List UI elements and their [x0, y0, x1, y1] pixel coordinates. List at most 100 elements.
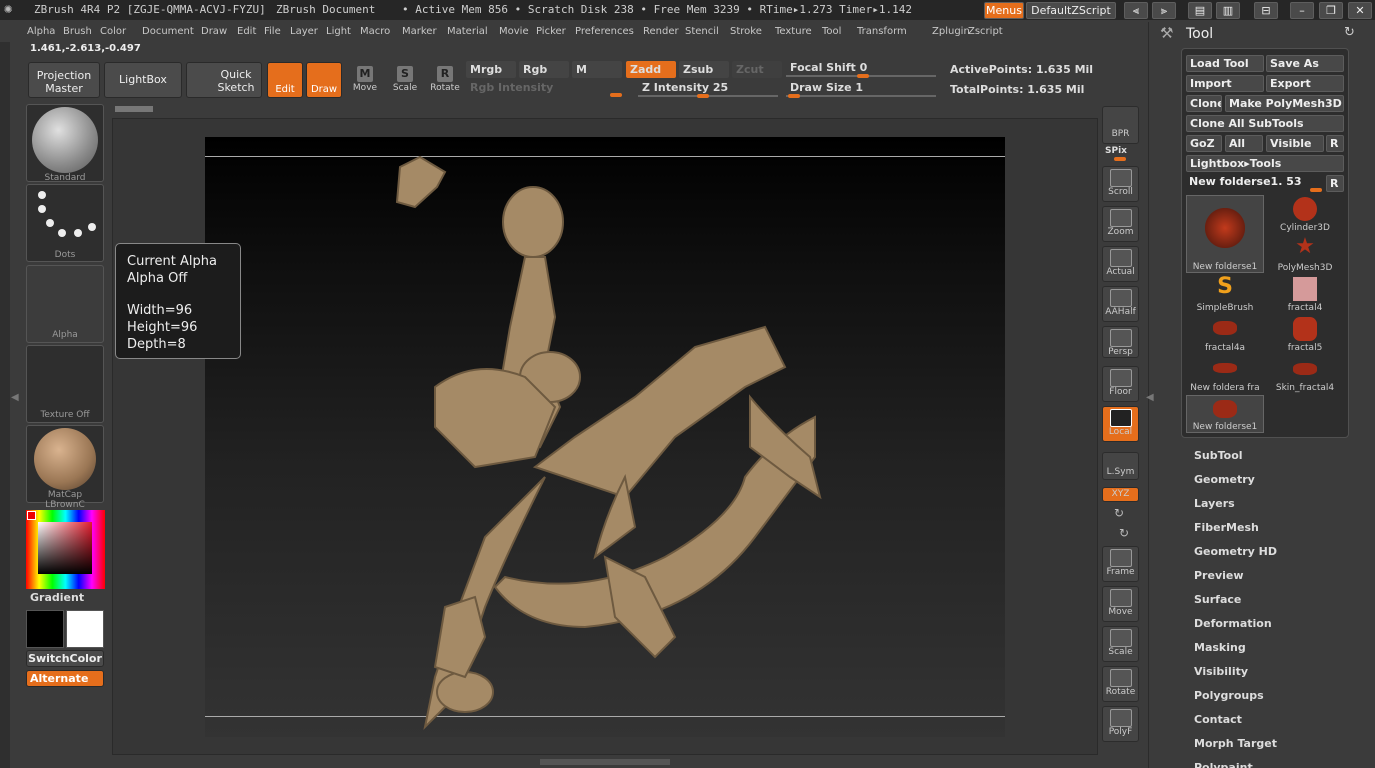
- menu-tool[interactable]: Tool: [822, 26, 841, 37]
- default-zscript-button[interactable]: DefaultZScript: [1026, 2, 1116, 19]
- polyf-button[interactable]: PolyF: [1102, 706, 1139, 742]
- rotate-mode-button[interactable]: R Rotate: [425, 64, 465, 98]
- scale-mode-button[interactable]: S Scale: [385, 64, 425, 98]
- goz-r-button[interactable]: R: [1326, 135, 1344, 152]
- rotate-view-button[interactable]: Rotate: [1102, 666, 1139, 702]
- material-selector[interactable]: MatCap LBrownC: [26, 425, 104, 510]
- menu-zscript[interactable]: Zscript: [968, 26, 1003, 37]
- goz-visible-button[interactable]: Visible: [1266, 135, 1324, 152]
- menu-draw[interactable]: Draw: [201, 26, 227, 37]
- rotate-y-icon[interactable]: ↻: [1114, 506, 1124, 520]
- actual-button[interactable]: Actual: [1102, 246, 1139, 282]
- section-masking[interactable]: Masking: [1194, 641, 1246, 654]
- menu-alpha[interactable]: Alpha: [27, 26, 55, 37]
- zoom-button[interactable]: Zoom: [1102, 206, 1139, 242]
- xyz-button[interactable]: XYZ: [1102, 487, 1139, 502]
- goz-button[interactable]: GoZ: [1186, 135, 1222, 152]
- lock-icon[interactable]: ⊟: [1254, 2, 1278, 19]
- section-surface[interactable]: Surface: [1194, 593, 1241, 606]
- clone-button[interactable]: Clone: [1186, 95, 1222, 112]
- clone-all-subtools-button[interactable]: Clone All SubTools: [1186, 115, 1344, 132]
- floor-button[interactable]: Floor: [1102, 366, 1139, 402]
- stroke-selector[interactable]: Dots: [26, 184, 104, 262]
- draw-mode-button[interactable]: Draw: [306, 62, 342, 98]
- layout2-icon[interactable]: ▥: [1216, 2, 1240, 19]
- quick-sketch-button[interactable]: Quick Sketch: [186, 62, 262, 98]
- zcut-toggle[interactable]: Zcut: [732, 61, 782, 78]
- menu-picker[interactable]: Picker: [536, 26, 566, 37]
- tool-thumb-simplebrush[interactable]: S SimpleBrush: [1186, 275, 1264, 314]
- menu-marker[interactable]: Marker: [402, 26, 437, 37]
- zadd-toggle[interactable]: Zadd: [626, 61, 676, 78]
- tool-thumb-fractal4[interactable]: fractal4: [1266, 275, 1344, 313]
- draw-size-slider[interactable]: Draw Size 1: [786, 79, 936, 96]
- next-arrow-icon[interactable]: ⫸: [1152, 2, 1176, 19]
- menu-layer[interactable]: Layer: [290, 26, 318, 37]
- mrgb-toggle[interactable]: Mrgb: [466, 61, 516, 78]
- current-tool-r-button[interactable]: R: [1326, 175, 1344, 192]
- palette-reset-icon[interactable]: ↻: [1344, 25, 1355, 40]
- menu-movie[interactable]: Movie: [499, 26, 529, 37]
- minimize-icon[interactable]: –: [1290, 2, 1314, 19]
- switch-color-button[interactable]: SwitchColor: [26, 650, 104, 667]
- scroll-button[interactable]: Scroll: [1102, 166, 1139, 202]
- spix-slider[interactable]: [1114, 157, 1126, 161]
- menu-stencil[interactable]: Stencil: [685, 26, 719, 37]
- left-tray-arrow-icon[interactable]: ◀: [11, 392, 19, 403]
- menu-texture[interactable]: Texture: [775, 26, 812, 37]
- lsym-button[interactable]: L.Sym: [1102, 452, 1139, 480]
- make-polymesh3d-button[interactable]: Make PolyMesh3D: [1225, 95, 1344, 112]
- menu-document[interactable]: Document: [142, 26, 194, 37]
- alternate-button[interactable]: Alternate: [26, 670, 104, 687]
- tool-thumb-new-folderse1[interactable]: New folderse1: [1186, 195, 1264, 273]
- section-preview[interactable]: Preview: [1194, 569, 1244, 582]
- current-tool-slider[interactable]: New folderse1. 53: [1186, 174, 1324, 191]
- load-tool-button[interactable]: Load Tool: [1186, 55, 1264, 72]
- section-geometry-hd[interactable]: Geometry HD: [1194, 545, 1277, 558]
- edit-mode-button[interactable]: Edit: [267, 62, 303, 98]
- section-morph-target[interactable]: Morph Target: [1194, 737, 1277, 750]
- section-contact[interactable]: Contact: [1194, 713, 1242, 726]
- menus-button[interactable]: Menus: [984, 2, 1024, 19]
- zsub-toggle[interactable]: Zsub: [679, 61, 729, 78]
- rgb-intensity-knob[interactable]: [610, 93, 622, 97]
- menu-material[interactable]: Material: [447, 26, 488, 37]
- brush-selector[interactable]: Standard: [26, 104, 104, 183]
- section-geometry[interactable]: Geometry: [1194, 473, 1255, 486]
- tool-thumb-new-foldera[interactable]: New foldera fra: [1186, 355, 1264, 393]
- save-as-button[interactable]: Save As: [1266, 55, 1344, 72]
- lightbox-button[interactable]: LightBox: [104, 62, 182, 98]
- menu-preferences[interactable]: Preferences: [575, 26, 634, 37]
- menu-light[interactable]: Light: [326, 26, 351, 37]
- tool-thumb-polymesh3d[interactable]: ★ PolyMesh3D: [1266, 235, 1344, 274]
- texture-selector[interactable]: Texture Off: [26, 345, 104, 423]
- close-icon[interactable]: ✕: [1348, 2, 1372, 19]
- rgb-toggle[interactable]: Rgb: [519, 61, 569, 78]
- menu-stroke[interactable]: Stroke: [730, 26, 762, 37]
- export-button[interactable]: Export: [1266, 75, 1344, 92]
- sculpt-model[interactable]: [205, 137, 1005, 737]
- aahalf-button[interactable]: AAHalf: [1102, 286, 1139, 322]
- primary-color-swatch[interactable]: [26, 610, 64, 648]
- bpr-button[interactable]: BPR: [1102, 106, 1139, 144]
- current-tool-knob[interactable]: [1310, 188, 1322, 192]
- document-canvas[interactable]: [205, 137, 1005, 737]
- section-polypaint[interactable]: Polypaint: [1194, 761, 1253, 768]
- prev-arrow-icon[interactable]: ⫷: [1124, 2, 1148, 19]
- menu-brush[interactable]: Brush: [63, 26, 92, 37]
- focal-shift-knob[interactable]: [857, 74, 869, 78]
- frame-button[interactable]: Frame: [1102, 546, 1139, 582]
- section-visibility[interactable]: Visibility: [1194, 665, 1248, 678]
- tool-thumb-fractal5[interactable]: fractal5: [1266, 315, 1344, 353]
- section-polygroups[interactable]: Polygroups: [1194, 689, 1264, 702]
- section-layers[interactable]: Layers: [1194, 497, 1235, 510]
- viewport-handle[interactable]: [115, 106, 153, 112]
- restore-icon[interactable]: ❐: [1319, 2, 1343, 19]
- menu-zplugin[interactable]: Zplugin: [932, 26, 970, 37]
- menu-transform[interactable]: Transform: [857, 26, 907, 37]
- move-view-button[interactable]: Move: [1102, 586, 1139, 622]
- color-saturation-square[interactable]: [38, 522, 92, 574]
- left-tray[interactable]: [0, 42, 10, 768]
- menu-color[interactable]: Color: [100, 26, 126, 37]
- projection-master-button[interactable]: Projection Master: [28, 62, 100, 98]
